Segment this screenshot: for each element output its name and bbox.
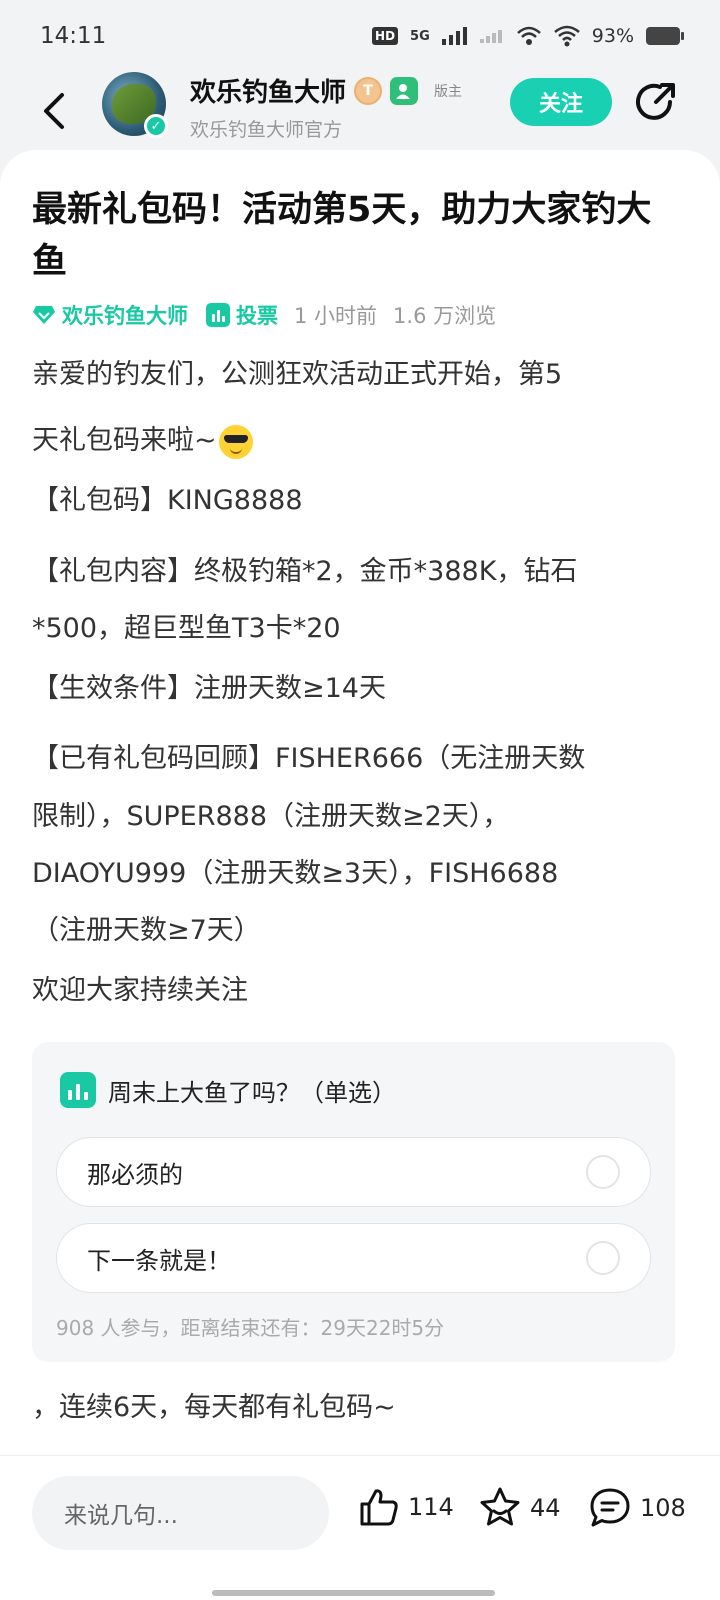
body-line: 天礼包码来啦~ xyxy=(32,425,217,456)
status-icons: HD 5G 93% xyxy=(372,25,684,47)
poll-option-label: 那必须的 xyxy=(87,1160,183,1189)
wifi-icon xyxy=(553,25,580,47)
body-line: 限制），SUPER888（注册天数≥2天）， xyxy=(32,801,510,832)
hd-icon: HD xyxy=(372,27,399,45)
comment-count: 108 xyxy=(640,1494,686,1522)
post-meta: 欢乐钓鱼大师 投票 1 小时前 1.6 万浏览 xyxy=(32,300,496,330)
body-line: （注册天数≥7天） xyxy=(32,915,261,946)
favorite-button[interactable]: 44 xyxy=(478,1486,561,1530)
signal-weak-icon xyxy=(479,30,502,43)
post-views: 1.6 万浏览 xyxy=(393,304,497,328)
post-header: ✓ 欢乐钓鱼大师 T 版主 欢乐钓鱼大师官方 关注 xyxy=(0,72,720,154)
poll-question: 周末上大鱼了吗？（单选） xyxy=(108,1078,396,1107)
level-badge-icon: T xyxy=(354,76,383,105)
share-icon xyxy=(636,83,675,120)
poll-card: 周末上大鱼了吗？（单选） 那必须的 下一条就是！ 908 人参与，距离结束还有：… xyxy=(32,1042,675,1362)
favorite-count: 44 xyxy=(530,1494,561,1522)
radio-icon[interactable] xyxy=(586,1155,620,1189)
hotspot-icon xyxy=(516,26,541,45)
star-icon xyxy=(480,1487,520,1526)
comment-input[interactable]: 来说几句... xyxy=(32,1476,329,1550)
poll-option[interactable]: 下一条就是！ xyxy=(56,1223,651,1293)
bottom-action-bar: 来说几句... 114 44 108 xyxy=(0,1455,720,1600)
like-count: 114 xyxy=(408,1493,454,1521)
back-button[interactable] xyxy=(34,86,74,136)
comment-button[interactable]: 108 xyxy=(588,1486,686,1530)
gift-code-line: 【礼包码】KING8888 xyxy=(32,485,303,516)
body-line: DIAOYU999（注册天数≥3天），FISH6688 xyxy=(32,858,559,889)
body-line: *500，超巨型鱼T3卡*20 xyxy=(32,613,341,644)
post-type-tag: 投票 xyxy=(206,300,278,330)
moderator-label: 版主 xyxy=(434,83,463,100)
forum-link[interactable]: 欢乐钓鱼大师 xyxy=(32,300,188,330)
status-bar: 14:11 HD 5G 93% xyxy=(0,0,720,72)
like-button[interactable]: 114 xyxy=(358,1486,454,1528)
avatar[interactable]: ✓ xyxy=(102,72,168,138)
battery-percent: 93% xyxy=(591,25,634,47)
status-time: 14:11 xyxy=(40,23,107,49)
comment-icon xyxy=(590,1488,630,1527)
body-line: 【生效条件】注册天数≥14天 xyxy=(32,673,386,704)
poll-header: 周末上大鱼了吗？（单选） xyxy=(60,1072,396,1108)
post-time: 1 小时前 xyxy=(294,304,378,328)
body-line: 欢迎大家持续关注 xyxy=(32,975,248,1006)
author-subtitle: 欢乐钓鱼大师官方 xyxy=(190,119,343,141)
vote-icon xyxy=(206,303,230,327)
post-tail-text: ，连续6天，每天都有礼包码~ xyxy=(32,1392,396,1423)
forum-gem-icon xyxy=(33,306,55,324)
moderator-icon xyxy=(390,76,419,105)
chevron-left-icon xyxy=(44,93,64,129)
author-name: 欢乐钓鱼大师 xyxy=(190,78,347,108)
home-indicator[interactable] xyxy=(212,1590,495,1596)
battery-icon xyxy=(646,27,684,45)
body-line: 亲爱的钓友们，公测狂欢活动正式开始，第5 xyxy=(32,359,563,390)
post-card: 最新礼包码！活动第5天，助力大家钓大鱼 欢乐钓鱼大师 投票 1 小时前 1.6 … xyxy=(0,150,720,1455)
body-line: 【礼包内容】终极钓箱*2，金币*388K，钻石 xyxy=(32,556,578,587)
network-label: 5G xyxy=(410,28,430,44)
share-button[interactable] xyxy=(634,80,678,124)
follow-button[interactable]: 关注 xyxy=(510,78,612,126)
verified-icon: ✓ xyxy=(144,114,168,138)
radio-icon[interactable] xyxy=(586,1241,620,1275)
signal-icon xyxy=(441,27,467,45)
forum-name: 欢乐钓鱼大师 xyxy=(62,304,188,328)
author-info[interactable]: 欢乐钓鱼大师 T 版主 欢乐钓鱼大师官方 xyxy=(190,72,462,142)
thumbs-up-icon xyxy=(360,1489,398,1526)
post-type-label: 投票 xyxy=(236,304,278,328)
post-title: 最新礼包码！活动第5天，助力大家钓大鱼 xyxy=(32,190,652,282)
body-line: 【已有礼包码回顾】FISHER666（无注册天数 xyxy=(32,743,586,774)
poll-option-label: 下一条就是！ xyxy=(87,1246,231,1275)
poll-option[interactable]: 那必须的 xyxy=(56,1137,651,1207)
body-line-emoji: 天礼包码来啦~ xyxy=(32,412,688,469)
poll-footer: 908 人参与，距离结束还有：29天22时5分 xyxy=(56,1316,445,1340)
cool-emoji-icon xyxy=(218,424,253,459)
poll-chart-icon xyxy=(60,1072,96,1108)
